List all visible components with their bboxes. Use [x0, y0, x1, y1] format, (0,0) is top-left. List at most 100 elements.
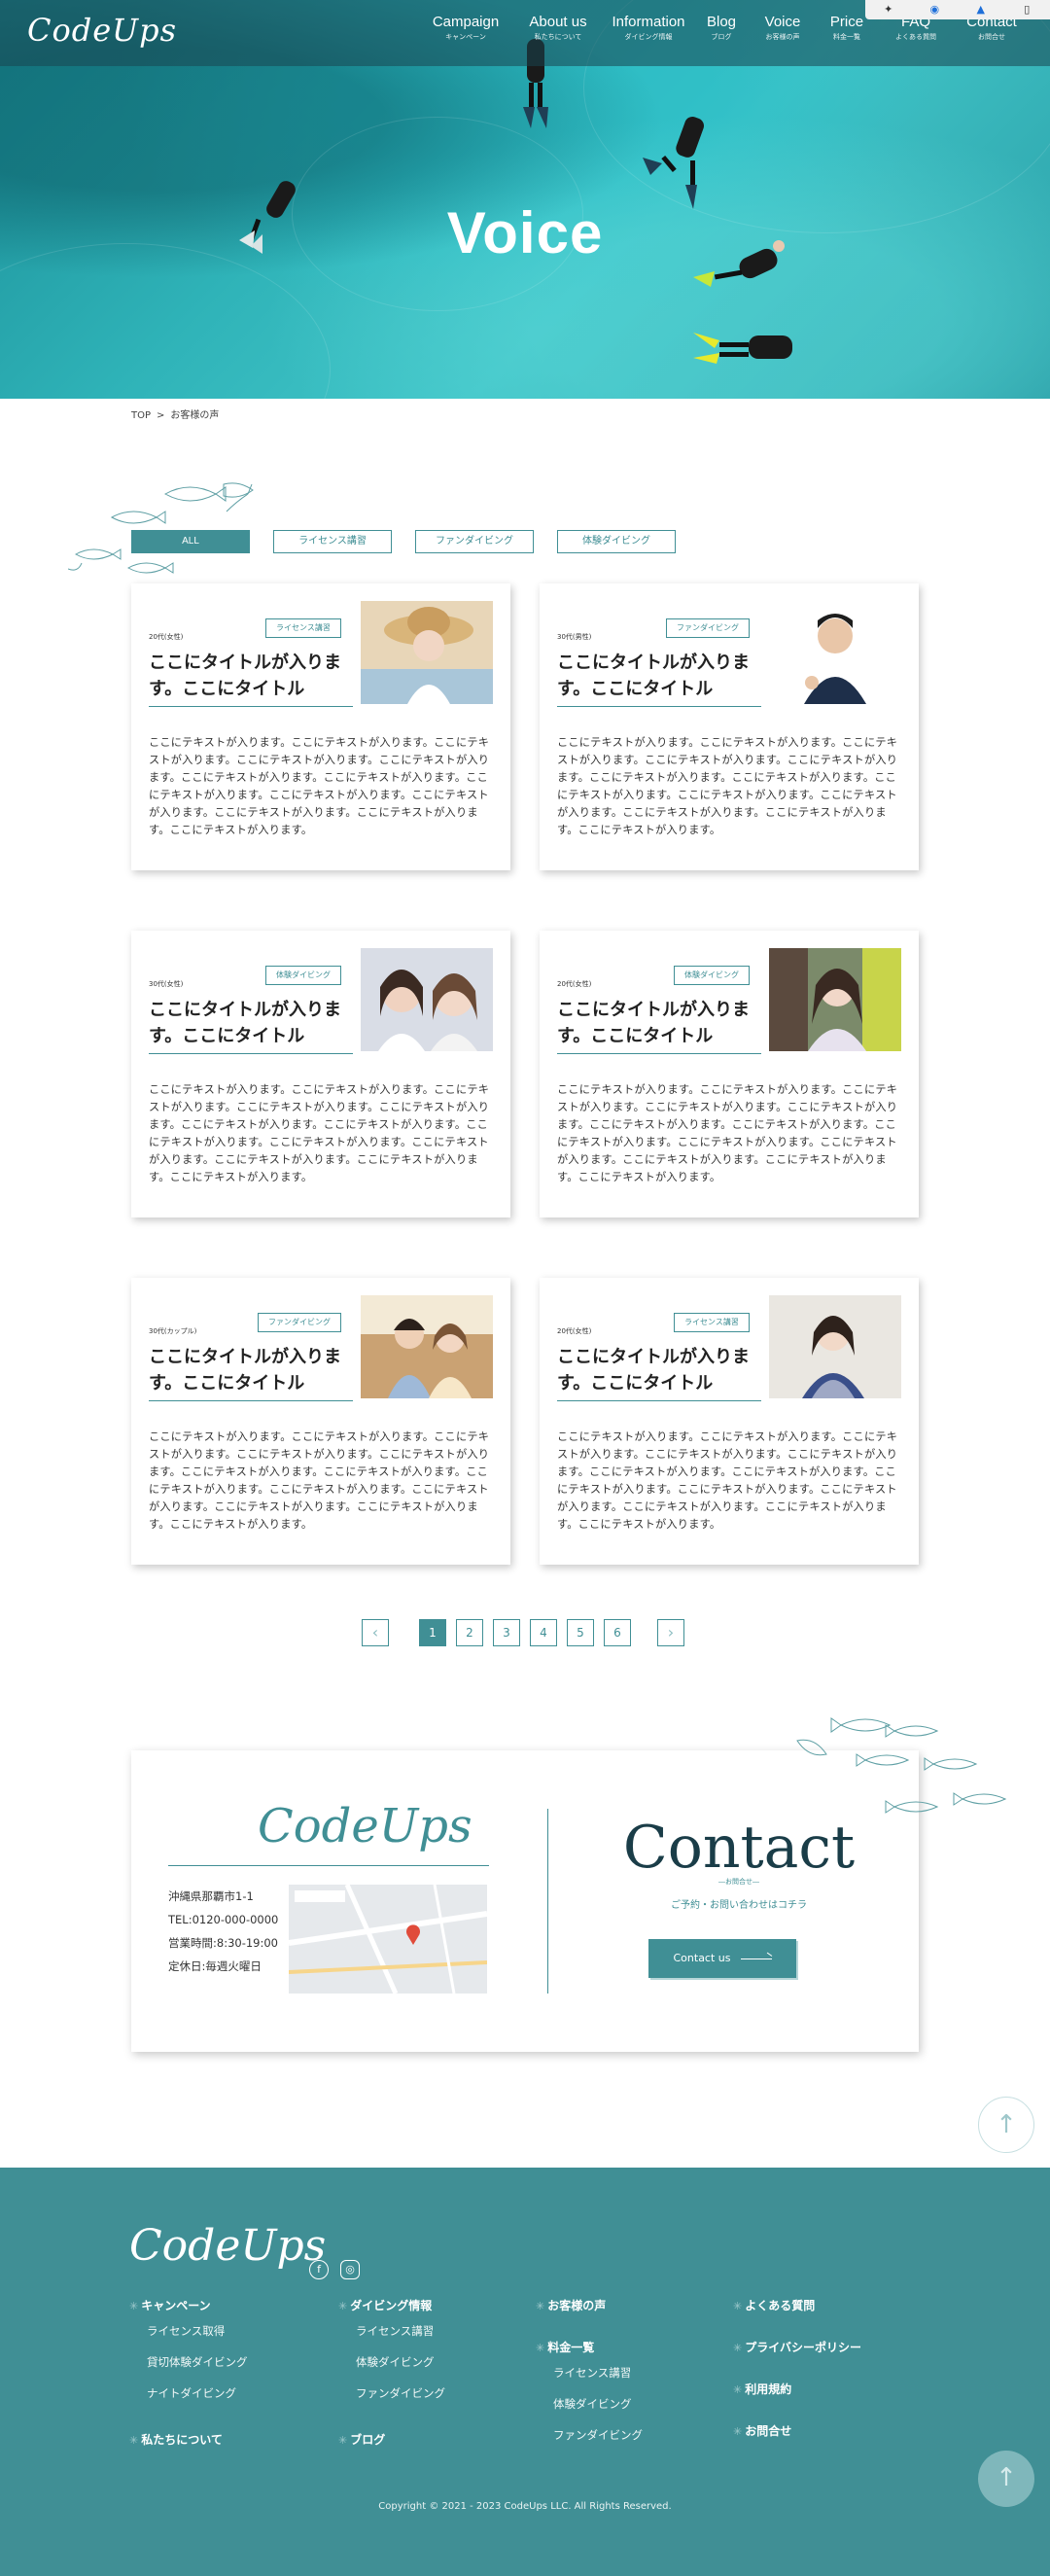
filter-fun-diving[interactable]: ファンダイビング	[415, 530, 534, 553]
footer-column-misc: よくある質問 プライバシーポリシー 利用規約 お問合せ	[733, 2296, 861, 2441]
footer-link-information[interactable]: ダイビング情報	[338, 2296, 445, 2315]
browser-extension-toolbar: ✦ ◉ ▲ ▯	[865, 0, 1050, 19]
footer-link-terms[interactable]: 利用規約	[733, 2380, 861, 2399]
nav-information[interactable]: Information ダイビング情報	[607, 14, 690, 43]
footer-link-faq[interactable]: よくある質問	[733, 2296, 861, 2315]
card-text: ここにテキストが入ります。ここにテキストが入ります。ここにテキストが入ります。こ…	[557, 1083, 898, 1183]
footer-sublink[interactable]: ライセンス取得	[129, 2315, 248, 2347]
page: CodeUps Campaign キャンペーン About us 私たちについて I…	[0, 0, 1050, 2576]
facebook-icon[interactable]: f	[309, 2260, 329, 2279]
category-tag: ライセンス講習	[265, 618, 341, 638]
breadcrumb-home[interactable]: TOP	[131, 410, 151, 421]
nav-label-ja: よくある質問	[895, 33, 936, 41]
pagination-page[interactable]: 6	[604, 1619, 631, 1646]
eye-icon[interactable]: ◉	[912, 0, 959, 19]
scroll-to-top-button[interactable]: ↑	[978, 2451, 1034, 2507]
card-text: ここにテキストが入ります。ここにテキストが入ります。ここにテキストが入ります。こ…	[557, 736, 898, 836]
breadcrumb-separator: >	[157, 410, 165, 421]
nav-voice[interactable]: Voice お客様の声	[752, 14, 813, 43]
map-embed[interactable]	[289, 1885, 487, 1994]
footer-sublink[interactable]: ファンダイビング	[536, 2419, 643, 2451]
customer-photo	[361, 601, 493, 704]
pagination-page[interactable]: 2	[456, 1619, 483, 1646]
nav-label-en: Information	[612, 14, 685, 30]
voice-card[interactable]: 20代(女性) 体験ダイビング ここにタイトルが入りま す。ここにタイトル ここ…	[540, 931, 919, 1217]
voice-card[interactable]: 30代(カップル) ファンダイビング ここにタイトルが入りま す。ここにタイトル…	[131, 1278, 510, 1565]
footer-column-blog: ブログ	[338, 2430, 385, 2450]
customer-photo	[361, 1295, 493, 1398]
arrow-right-icon	[740, 1958, 772, 1959]
hero: CodeUps Campaign キャンペーン About us 私たちについて I…	[0, 0, 1050, 399]
footer-link-voice[interactable]: お客様の声	[536, 2296, 606, 2315]
voice-card[interactable]: 30代(女性) 体験ダイビング ここにタイトルが入りま す。ここにタイトル ここ…	[131, 931, 510, 1217]
footer-link-blog[interactable]: ブログ	[338, 2430, 385, 2450]
footer-sublink[interactable]: ナイトダイビング	[129, 2378, 248, 2409]
footer-link-privacy[interactable]: プライバシーポリシー	[733, 2338, 861, 2357]
nav-label-ja: お客様の声	[765, 33, 800, 41]
filter-license[interactable]: ライセンス講習	[273, 530, 392, 553]
page-title: Voice	[446, 200, 604, 265]
site-logo[interactable]: CodeUps	[27, 12, 177, 49]
footer-sublink[interactable]: ライセンス講習	[338, 2315, 445, 2347]
category-tag: ファンダイビング	[258, 1313, 341, 1332]
customer-photo	[769, 601, 901, 704]
footer-column-voice: お客様の声	[536, 2296, 606, 2315]
nav-label-ja: 料金一覧	[833, 33, 860, 41]
contact-us-button[interactable]: Contact us	[648, 1939, 796, 1978]
pagination-prev[interactable]: ‹	[362, 1619, 389, 1646]
card-text: ここにテキストが入ります。ここにテキストが入ります。ここにテキストが入ります。こ…	[149, 1083, 490, 1183]
card-title: ここにタイトルが入りま す。ここにタイトル	[557, 997, 761, 1054]
diver-image	[643, 117, 704, 209]
footer-sublink[interactable]: 体験ダイビング	[536, 2388, 643, 2419]
card-title: ここにタイトルが入りま す。ここにタイトル	[557, 650, 761, 707]
footer-sublink[interactable]: 体験ダイビング	[338, 2347, 445, 2378]
filter-all[interactable]: ALL	[131, 530, 250, 553]
nav-blog[interactable]: Blog ブログ	[692, 14, 751, 43]
footer-link-price[interactable]: 料金一覧	[536, 2338, 643, 2357]
customer-meta: 20代(女性)	[557, 1327, 592, 1335]
pagination-page[interactable]: 4	[530, 1619, 557, 1646]
pagination-page[interactable]: 3	[493, 1619, 520, 1646]
footer-sublink[interactable]: ライセンス講習	[536, 2357, 643, 2388]
customer-photo	[769, 948, 901, 1051]
panel-icon[interactable]: ▯	[1004, 0, 1050, 19]
breadcrumb: TOP > お客様の声	[131, 406, 219, 421]
footer-link-contact[interactable]: お問合せ	[733, 2421, 861, 2441]
footer-link-campaign[interactable]: キャンペーン	[129, 2296, 248, 2315]
nav-campaign[interactable]: Campaign キャンペーン	[422, 14, 509, 43]
copyright: Copyright © 2021 - 2023 CodeUps LLC. All…	[378, 2501, 672, 2512]
category-tag: 体験ダイビング	[674, 966, 750, 985]
nav-label-ja: 私たちについて	[534, 33, 582, 41]
pagination: ‹ 1 2 3 4 5 6 ›	[0, 1619, 1050, 1646]
nav-label-en: Voice	[764, 14, 801, 30]
footer-sublink[interactable]: 貸切体験ダイビング	[129, 2347, 248, 2378]
footer-sublink[interactable]: ファンダイビング	[338, 2378, 445, 2409]
address: 沖縄県那覇市1-1	[168, 1889, 254, 1903]
footer-column-price: 料金一覧 ライセンス講習 体験ダイビング ファンダイビング	[536, 2338, 643, 2451]
voice-card[interactable]: 20代(女性) ライセンス講習 ここにタイトルが入りま す。ここにタイトル ここ…	[131, 583, 510, 870]
category-tag: ライセンス講習	[674, 1313, 750, 1332]
pagination-page[interactable]: 5	[567, 1619, 594, 1646]
filter-trial-diving[interactable]: 体験ダイビング	[557, 530, 676, 553]
voice-card[interactable]: 30代(男性) ファンダイビング ここにタイトルが入りま す。ここにタイトル こ…	[540, 583, 919, 870]
lock-icon[interactable]: ▲	[958, 0, 1004, 19]
nav-label-ja: ブログ	[711, 33, 732, 41]
card-title: ここにタイトルが入りま す。ここにタイトル	[149, 997, 353, 1054]
business-hours: 営業時間:8:30-19:00	[168, 1936, 278, 1950]
card-title: ここにタイトルが入りま す。ここにタイトル	[149, 650, 353, 707]
voice-card[interactable]: 20代(女性) ライセンス講習 ここにタイトルが入りま す。ここにタイトル ここ…	[540, 1278, 919, 1565]
footer-link-about[interactable]: 私たちについて	[129, 2430, 223, 2450]
vertical-divider	[547, 1809, 548, 1994]
instagram-icon[interactable]: ◎	[340, 2260, 360, 2279]
contact-lead: ご予約・お問い合わせはコチラ	[671, 1900, 807, 1911]
nav-about[interactable]: About us 私たちについて	[511, 14, 605, 43]
holiday: 定休日:毎週火曜日	[168, 1959, 262, 1973]
plus-icon[interactable]: ✦	[865, 0, 912, 19]
footer-logo[interactable]: CodeUps	[129, 2221, 326, 2271]
pagination-next[interactable]: ›	[657, 1619, 684, 1646]
footer-column-campaign: キャンペーン ライセンス取得 貸切体験ダイビング ナイトダイビング	[129, 2296, 248, 2409]
pagination-page[interactable]: 1	[419, 1619, 446, 1646]
scroll-top-outline-icon[interactable]: ↑	[978, 2097, 1034, 2153]
card-text: ここにテキストが入ります。ここにテキストが入ります。ここにテキストが入ります。こ…	[149, 1430, 490, 1531]
card-text: ここにテキストが入ります。ここにテキストが入ります。ここにテキストが入ります。こ…	[149, 736, 490, 836]
